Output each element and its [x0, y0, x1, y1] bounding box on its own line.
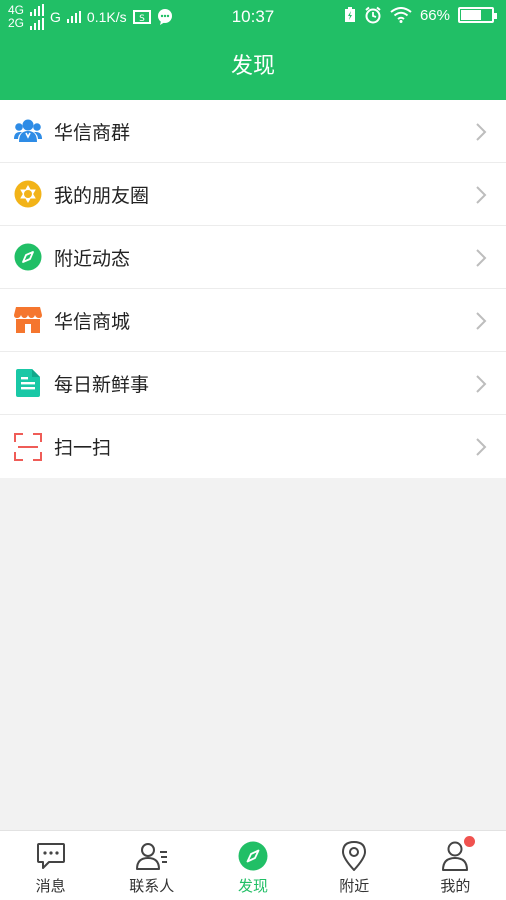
tab-label: 发现	[238, 877, 269, 895]
contacts-icon	[135, 840, 168, 872]
document-icon	[14, 369, 42, 397]
scan-icon	[14, 432, 42, 461]
chevron-right-icon	[476, 312, 487, 330]
menu-item-scan[interactable]: 扫一扫	[0, 415, 506, 478]
discover-menu: 华信商群 我的朋友圈 附近动态 华信商城 每日新鲜事 扫一扫	[0, 100, 506, 478]
chevron-right-icon	[476, 375, 487, 393]
notification-badge	[463, 836, 475, 847]
group-icon	[14, 117, 42, 145]
menu-item-nearby-updates[interactable]: 附近动态	[0, 226, 506, 289]
bottom-tab-bar: 消息 联系人 发现 附近 我的	[0, 830, 506, 900]
battery-saver-icon	[344, 7, 355, 22]
alarm-icon	[365, 6, 381, 24]
compass-icon	[14, 243, 42, 271]
status-right: 66%	[344, 6, 497, 24]
tab-contacts[interactable]: 联系人	[101, 831, 202, 900]
store-icon	[14, 306, 42, 334]
compass-icon	[237, 840, 269, 872]
menu-item-moments[interactable]: 我的朋友圈	[0, 163, 506, 226]
menu-item-mall[interactable]: 华信商城	[0, 289, 506, 352]
location-pin-icon	[338, 840, 370, 872]
status-bar: 4G 2G G 0.1K/s S 10:37 66%	[0, 0, 506, 34]
tab-nearby[interactable]: 附近	[304, 831, 405, 900]
menu-item-label: 每日新鲜事	[54, 373, 150, 396]
menu-item-label: 扫一扫	[54, 437, 112, 459]
menu-item-daily-news[interactable]: 每日新鲜事	[0, 352, 506, 415]
chevron-right-icon	[476, 438, 487, 456]
menu-item-label: 附近动态	[54, 247, 131, 270]
tab-label: 附近	[339, 877, 370, 895]
battery-percent: 66%	[419, 6, 450, 24]
chevron-right-icon	[476, 249, 487, 267]
chevron-right-icon	[476, 123, 487, 141]
tab-label: 消息	[35, 877, 66, 895]
aperture-icon	[14, 180, 42, 208]
battery-icon	[458, 7, 497, 23]
tab-me[interactable]: 我的	[405, 831, 506, 900]
tab-discover[interactable]: 发现	[202, 831, 303, 900]
page-title: 发现	[230, 54, 275, 79]
menu-item-business-group[interactable]: 华信商群	[0, 100, 506, 163]
message-icon	[35, 840, 67, 872]
chevron-right-icon	[476, 186, 487, 204]
menu-item-label: 华信商群	[54, 121, 131, 144]
tab-label: 我的	[440, 877, 471, 895]
wifi-icon	[390, 7, 412, 23]
menu-item-label: 华信商城	[54, 310, 131, 333]
battery-level	[461, 10, 481, 20]
tab-label: 联系人	[129, 877, 175, 895]
top-bar: 4G 2G G 0.1K/s S 10:37 66% 发现	[0, 0, 506, 100]
tab-messages[interactable]: 消息	[0, 831, 101, 900]
menu-item-label: 我的朋友圈	[54, 184, 150, 207]
